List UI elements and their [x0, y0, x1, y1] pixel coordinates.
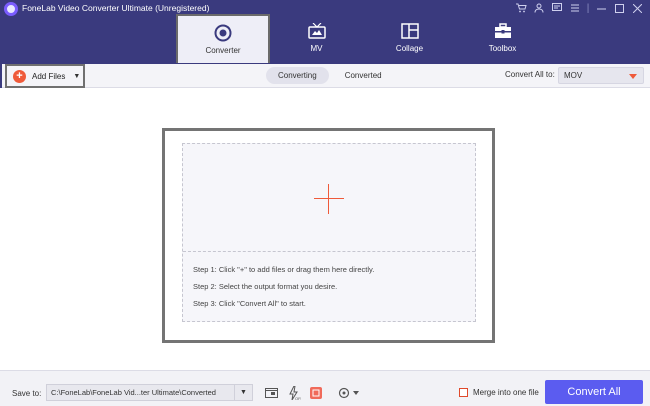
- tab-mv-label: MV: [310, 44, 323, 53]
- divider: |: [586, 2, 590, 14]
- settings-icon[interactable]: [334, 384, 364, 401]
- tab-toolbox-label: Toolbox: [488, 44, 517, 53]
- tab-toolbox[interactable]: Toolbox: [456, 14, 549, 62]
- output-format-select[interactable]: MOV: [558, 67, 644, 84]
- step-1-text: Step 1: Click "+" to add files or drag t…: [193, 265, 375, 274]
- feedback-icon[interactable]: [548, 1, 566, 15]
- save-path-select[interactable]: C:\FoneLab\FoneLab Vid...ter Ultimate\Co…: [46, 384, 253, 401]
- merge-checkbox[interactable]: [459, 388, 468, 397]
- step-3-text: Step 3: Click "Convert All" to start.: [193, 299, 306, 308]
- open-folder-icon[interactable]: [262, 384, 280, 401]
- bottom-bar: Save to: C:\FoneLab\FoneLab Vid...ter Ul…: [0, 370, 650, 406]
- tab-converter-label: Converter: [205, 45, 241, 55]
- status-tabs: Converting Converted: [266, 67, 394, 84]
- step-2-text: Step 2: Select the output format you des…: [193, 282, 338, 291]
- converter-icon: [214, 24, 232, 41]
- app-logo-icon: [4, 2, 18, 16]
- add-files-label: Add Files: [32, 71, 66, 81]
- tab-mv[interactable]: MV: [270, 14, 363, 62]
- menu-icon[interactable]: [566, 1, 584, 15]
- add-files-button[interactable]: + Add Files ▼: [5, 64, 85, 88]
- chevron-down-icon[interactable]: ▼: [73, 73, 80, 80]
- tab-collage[interactable]: Collage: [363, 14, 456, 62]
- save-path-value: C:\FoneLab\FoneLab Vid...ter Ultimate\Co…: [51, 388, 216, 397]
- collage-icon: [400, 23, 419, 39]
- close-icon[interactable]: [628, 1, 646, 15]
- minimize-icon[interactable]: [592, 1, 610, 15]
- convert-all-button[interactable]: Convert All: [545, 380, 643, 404]
- tab-converted[interactable]: Converted: [333, 67, 394, 84]
- svg-text:OFF: OFF: [295, 396, 301, 400]
- save-to-label: Save to:: [12, 389, 42, 398]
- app-title: FoneLab Video Converter Ultimate (Unregi…: [22, 3, 210, 13]
- tv-icon: [307, 23, 326, 39]
- window-controls: |: [512, 1, 646, 15]
- add-file-plus-icon[interactable]: [314, 184, 344, 214]
- tab-collage-label: Collage: [395, 44, 424, 53]
- drop-zone-top[interactable]: [183, 144, 475, 252]
- toolbox-icon: [494, 23, 512, 39]
- drop-area-frame: Step 1: Click "+" to add files or drag t…: [162, 128, 495, 343]
- tab-converter[interactable]: Converter: [176, 14, 270, 63]
- file-drop-zone[interactable]: Step 1: Click "+" to add files or drag t…: [182, 143, 476, 322]
- chevron-down-icon[interactable]: ▼: [234, 385, 252, 400]
- add-icon: +: [13, 69, 26, 83]
- main-area: Step 1: Click "+" to add files or drag t…: [0, 88, 650, 370]
- hardware-acceleration-icon[interactable]: OFF: [285, 384, 303, 401]
- instructions: Step 1: Click "+" to add files or drag t…: [193, 265, 374, 316]
- cart-icon[interactable]: [512, 1, 530, 15]
- title-bar: FoneLab Video Converter Ultimate (Unregi…: [0, 0, 650, 64]
- gpu-icon[interactable]: [307, 384, 325, 401]
- chevron-down-icon: [629, 74, 637, 79]
- main-nav-tabs: Converter MV Collage Toolbox: [176, 14, 549, 63]
- tab-converting[interactable]: Converting: [266, 67, 329, 84]
- output-format-value: MOV: [564, 71, 583, 80]
- maximize-icon[interactable]: [610, 1, 628, 15]
- user-icon[interactable]: [530, 1, 548, 15]
- merge-label: Merge into one file: [473, 388, 539, 397]
- convert-all-to-label: Convert All to:: [505, 70, 555, 79]
- toolbar: + Add Files ▼ Converting Converted Conve…: [0, 64, 650, 88]
